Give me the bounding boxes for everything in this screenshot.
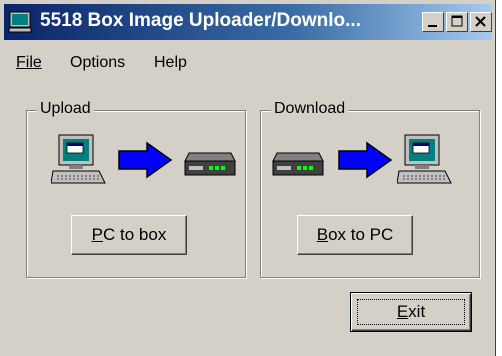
minimize-icon — [428, 25, 437, 27]
menu-help[interactable]: Help — [154, 54, 187, 72]
minimize-button[interactable] — [422, 12, 444, 32]
arrow-right-icon — [118, 141, 173, 179]
close-button[interactable] — [470, 12, 492, 32]
menu-file-label: File — [16, 54, 42, 71]
computer-icon — [397, 134, 452, 184]
upload-group: Upload PC to box — [26, 100, 246, 278]
maximize-icon — [451, 15, 463, 27]
maximize-button[interactable] — [446, 12, 468, 32]
window-title: 5518 Box Image Uploader/Downlo... — [40, 10, 361, 31]
computer-icon — [51, 134, 106, 184]
exit-button[interactable]: Exit — [350, 292, 472, 332]
arrow-right-icon — [338, 141, 393, 179]
modem-box-icon — [272, 152, 324, 176]
title-bar[interactable]: 5518 Box Image Uploader/Downlo... — [4, 4, 492, 40]
box-to-pc-button[interactable]: Box to PC — [297, 215, 413, 255]
modem-box-icon — [184, 152, 236, 176]
box-to-pc-label: Box to PC — [316, 225, 394, 244]
menu-options[interactable]: Options — [70, 54, 125, 72]
pc-to-box-button[interactable]: PC to box — [71, 215, 187, 255]
close-icon — [475, 16, 486, 27]
computer-icon — [8, 11, 32, 33]
pc-to-box-label: PC to box — [91, 225, 167, 244]
upload-group-label: Upload — [37, 100, 94, 118]
download-group-label: Download — [271, 100, 349, 118]
app-window: 5518 Box Image Uploader/Downlo... File O… — [0, 0, 496, 356]
menu-file[interactable]: File — [16, 54, 42, 72]
focus-rectangle — [357, 299, 465, 325]
download-group: Download Box to PC — [260, 100, 480, 278]
